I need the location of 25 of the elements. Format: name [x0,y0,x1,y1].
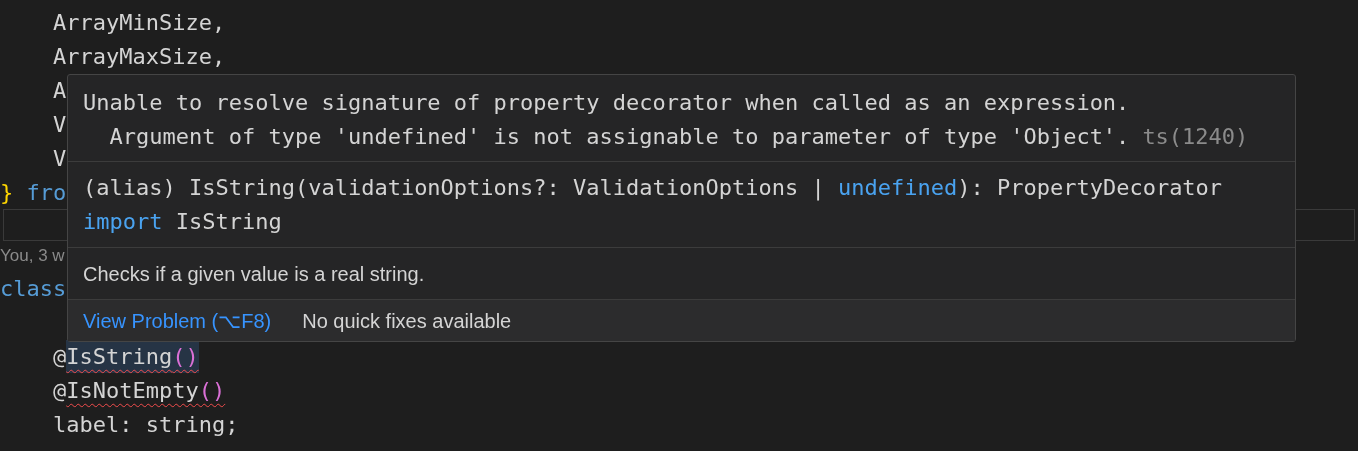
code-token: ArrayMaxSize, [53,42,226,71]
error-message: Unable to resolve signature of property decorator when called as an expression. [83,88,1130,117]
code-token: () [198,376,226,405]
error-code: ts(1240) [1142,122,1249,151]
code-token: } [0,178,14,207]
code-token: label: string; [53,410,239,439]
signature-token: undefined [838,173,958,202]
code-token: @ [53,376,67,405]
code-token: @ [53,342,67,371]
code-token: class [0,274,67,303]
code-token: ArrayMinSize, [53,8,226,37]
code-token: fro [25,178,67,207]
quick-fix-note: No quick fixes available [302,308,512,334]
code-token: IsNotEmpty [66,376,199,405]
code-token: A [53,76,67,105]
code-token: V [53,110,67,139]
view-problem-link[interactable]: View Problem (⌥F8) [83,305,272,336]
documentation-text: Checks if a given value is a real string. [83,261,425,287]
signature-token: import [83,207,163,236]
code-token: V [53,144,67,173]
signature-token: (alias) IsString(validationOptions?: ValidationOptions | [83,173,826,203]
signature-token: IsString [174,207,282,236]
signature-token: ): PropertyDecorator [957,173,1223,202]
codelens-text[interactable]: You, 3 w [0,243,65,269]
error-message: Argument of type 'undefined' is not assignable to parameter of type 'Object'. [108,122,1130,151]
